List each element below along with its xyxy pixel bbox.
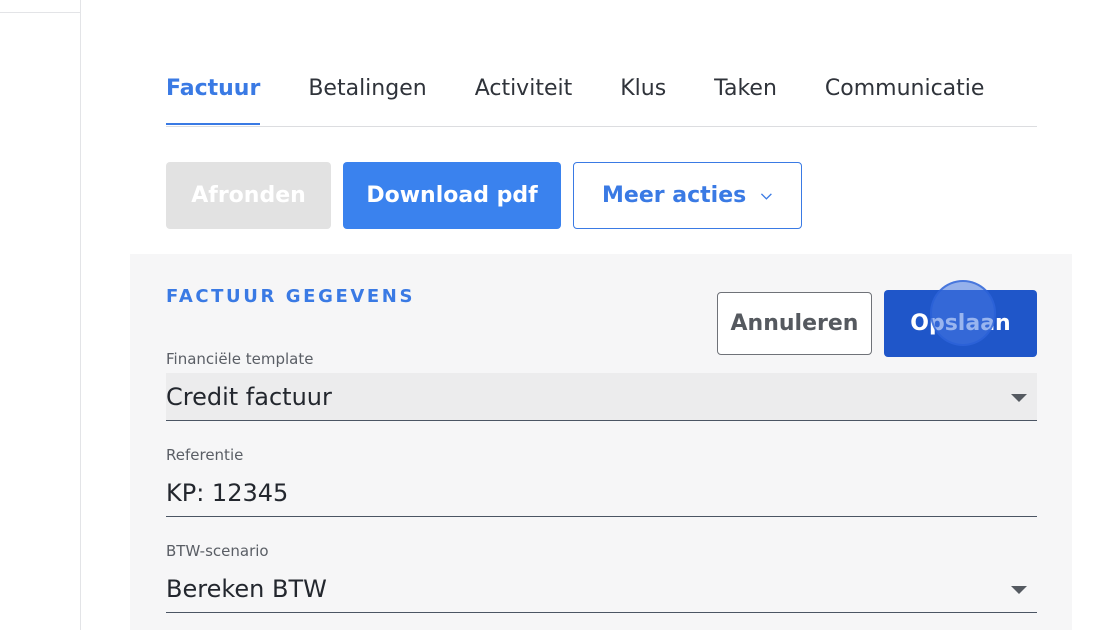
template-value: Credit factuur	[166, 382, 332, 411]
action-bar: Afronden Download pdf Meer acties	[166, 162, 802, 229]
reference-label: Referentie	[166, 446, 244, 464]
tab-bar: Factuur Betalingen Activiteit Klus Taken…	[166, 58, 1037, 127]
reference-value: KP: 12345	[166, 478, 289, 507]
template-label: Financiële template	[166, 350, 314, 368]
vat-value: Bereken BTW	[166, 574, 327, 603]
more-actions-button[interactable]: Meer acties	[573, 162, 802, 229]
tab-activiteit[interactable]: Activiteit	[475, 58, 573, 106]
left-sidebar	[0, 0, 81, 630]
section-title: FACTUUR GEGEVENS	[166, 286, 416, 307]
tab-betalingen[interactable]: Betalingen	[308, 58, 426, 106]
save-button[interactable]: Opslaan	[884, 290, 1037, 357]
more-actions-label: Meer acties	[602, 183, 747, 208]
chevron-down-icon	[761, 192, 773, 200]
tab-klus[interactable]: Klus	[620, 58, 666, 106]
tab-taken[interactable]: Taken	[714, 58, 777, 106]
sidebar-divider	[0, 12, 80, 13]
caret-down-icon	[1011, 586, 1027, 594]
template-select[interactable]: Credit factuur	[166, 373, 1037, 421]
invoice-details-panel: FACTUUR GEGEVENS Annuleren Opslaan Finan…	[130, 254, 1072, 630]
cancel-button[interactable]: Annuleren	[717, 292, 872, 355]
vat-select[interactable]: Bereken BTW	[166, 565, 1037, 613]
download-pdf-button[interactable]: Download pdf	[343, 162, 561, 229]
vat-label: BTW-scenario	[166, 542, 269, 560]
caret-down-icon	[1011, 394, 1027, 402]
reference-input[interactable]: KP: 12345	[166, 469, 1037, 517]
tab-communicatie[interactable]: Communicatie	[825, 58, 985, 106]
finish-button[interactable]: Afronden	[166, 162, 331, 229]
tab-factuur[interactable]: Factuur	[166, 58, 261, 125]
